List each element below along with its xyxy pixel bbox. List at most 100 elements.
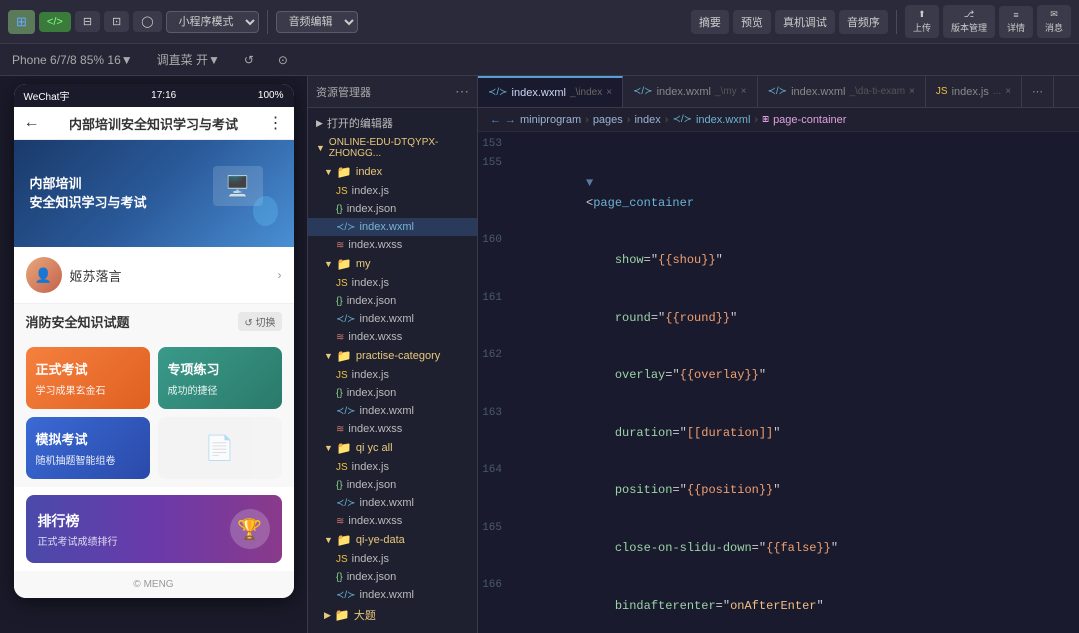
- file-tree-title: 资源管理器: [316, 84, 449, 100]
- breadcrumb-component[interactable]: page-container: [773, 114, 846, 126]
- breadcrumb-miniprogram[interactable]: miniprogram: [520, 114, 581, 126]
- folder-index[interactable]: ▼ 📁 index: [308, 162, 477, 182]
- ranking-icon: 🏆: [230, 509, 270, 549]
- summary-btn[interactable]: 摘要: [691, 10, 729, 34]
- device-select[interactable]: Phone 6/7/8 85% 16▼: [8, 51, 137, 69]
- circle-icon-btn[interactable]: ◯: [133, 11, 161, 32]
- tab-3-close[interactable]: ×: [1005, 86, 1011, 97]
- breadcrumb-file-icon: ≺/≻: [672, 114, 692, 125]
- upload-btn[interactable]: ⬆ 上传: [905, 5, 939, 38]
- file-tree-menu-btn[interactable]: ⋯: [455, 83, 469, 100]
- index-wxss[interactable]: ≋ index.wxss: [308, 236, 477, 254]
- nav-next-btn[interactable]: →: [505, 114, 516, 126]
- quiz-title: 消防安全知识试题: [26, 312, 130, 331]
- breadcrumb-index[interactable]: index: [634, 114, 660, 126]
- project-root-item[interactable]: ▼ ONLINE-EDU-DTQYPX-ZHONGG...: [308, 134, 477, 162]
- fold-icon-155[interactable]: ▼: [586, 176, 593, 190]
- code-icon-btn[interactable]: </>: [39, 12, 71, 32]
- app-title: 内部培训安全知识学习与考试: [69, 114, 238, 133]
- mode-dropdown[interactable]: 小程序模式: [166, 11, 259, 33]
- app-icon-btn[interactable]: ⊞: [8, 10, 35, 34]
- qi-ye-js[interactable]: JS index.js: [308, 550, 477, 568]
- tab-2-close[interactable]: ×: [909, 86, 915, 97]
- index-json[interactable]: {} index.json: [308, 200, 477, 218]
- folder-qi-yc[interactable]: ▼ 📁 qi yc all: [308, 438, 477, 458]
- practise-js[interactable]: JS index.js: [308, 366, 477, 384]
- index-js[interactable]: JS index.js: [308, 182, 477, 200]
- qi-yc-wxss[interactable]: ≋ index.wxss: [308, 512, 477, 530]
- folder-my-arrow: ▼: [324, 259, 333, 269]
- qi-yc-json[interactable]: {} index.json: [308, 476, 477, 494]
- folder-qi-ye[interactable]: ▼ 📁 qi-ye-data: [308, 530, 477, 550]
- action-decoration: 📄: [158, 417, 282, 479]
- tab-1-path: _\my: [715, 86, 737, 97]
- preview-btn[interactable]: 预览: [733, 10, 771, 34]
- version-btn[interactable]: ⎇ 版本管理: [943, 5, 995, 38]
- line-num-160: 160: [482, 232, 514, 250]
- my-js[interactable]: JS index.js: [308, 274, 477, 292]
- my-json[interactable]: {} index.json: [308, 292, 477, 310]
- audio-seq-btn[interactable]: 音频序: [839, 10, 888, 34]
- menu-dots[interactable]: ⋮: [267, 113, 283, 133]
- practise-json[interactable]: {} index.json: [308, 384, 477, 402]
- nav-prev-btn[interactable]: ←: [490, 114, 501, 126]
- layout-icon-btn[interactable]: ⊡: [104, 11, 129, 32]
- line-num-166: 166: [482, 577, 514, 595]
- tab-0-close[interactable]: ×: [606, 87, 612, 98]
- practise-wxss-icon: ≋: [336, 424, 344, 435]
- mock-exam-title: 模拟考试: [36, 429, 88, 448]
- real-debug-btn[interactable]: 真机调试: [775, 10, 835, 34]
- tab-0-icon: ≺/≻: [488, 87, 508, 98]
- folder-practise[interactable]: ▼ 📁 practise-category: [308, 346, 477, 366]
- ranking-bar[interactable]: 排行榜 正式考试成绩排行 🏆: [26, 495, 282, 563]
- editor-tab-3[interactable]: JS index.js ... ×: [926, 76, 1022, 107]
- practise-wxss[interactable]: ≋ index.wxss: [308, 420, 477, 438]
- qi-ye-wxml[interactable]: ≺/≻ index.wxml: [308, 586, 477, 604]
- editor-tab-0[interactable]: ≺/≻ index.wxml _\index ×: [478, 76, 623, 107]
- settings-icon-btn[interactable]: ⊟: [75, 11, 100, 32]
- qi-ye-json[interactable]: {} index.json: [308, 568, 477, 586]
- editor-tab-2[interactable]: ≺/≻ index.wxml _\da-ti-exam ×: [758, 76, 926, 107]
- qi-yc-js[interactable]: JS index.js: [308, 458, 477, 476]
- open-editors-item[interactable]: ▶ 打开的编辑器: [308, 112, 477, 134]
- line-num-153: 153: [482, 136, 514, 154]
- my-wxss[interactable]: ≋ index.wxss: [308, 328, 477, 346]
- editor-tab-1[interactable]: ≺/≻ index.wxml _\my ×: [623, 76, 757, 107]
- breadcrumb-wxml[interactable]: index.wxml: [696, 114, 750, 126]
- practise-wxml[interactable]: ≺/≻ index.wxml: [308, 402, 477, 420]
- phone-status-bar: WeChat宇 17:16 100%: [14, 84, 294, 107]
- folder-my[interactable]: ▼ 📁 my: [308, 254, 477, 274]
- user-arrow: ›: [278, 268, 282, 282]
- practise-wxml-icon: ≺/≻: [336, 406, 356, 417]
- message-btn[interactable]: ✉ 消息: [1037, 5, 1071, 38]
- ranking-sub: 正式考试成绩排行: [38, 533, 118, 548]
- qi-yc-wxml[interactable]: ≺/≻ index.wxml: [308, 494, 477, 512]
- line-num-163: 163: [482, 405, 514, 423]
- json-icon: {}: [336, 204, 343, 215]
- index-wxml[interactable]: ≺/≻ index.wxml: [308, 218, 477, 236]
- folder-qi-ye-arrow: ▼: [324, 535, 333, 545]
- mock-exam-btn[interactable]: 模拟考试 随机抽题智能组卷: [26, 417, 150, 479]
- code-area[interactable]: 153 155 ▼ <page_container 160 show="{{sh…: [478, 132, 1079, 633]
- refresh-btn[interactable]: ↺: [240, 51, 258, 69]
- code-line-163: 163 duration="[[duration]]": [478, 405, 1079, 463]
- folder-dati[interactable]: ▶ 📁 大题: [308, 604, 477, 626]
- target-btn[interactable]: ⊙: [274, 51, 292, 69]
- back-btn[interactable]: ←: [24, 114, 40, 132]
- practice-btn[interactable]: 专项练习 成功的捷径: [158, 347, 282, 409]
- my-wxss-icon: ≋: [336, 332, 344, 343]
- quiz-switch-btn[interactable]: ↺ 切换: [238, 312, 281, 331]
- user-info-bar[interactable]: 👤 姬苏落言 ›: [14, 247, 294, 304]
- index-wxss-label: index.wxss: [348, 239, 402, 251]
- detail-btn[interactable]: ≡ 详情: [999, 6, 1033, 38]
- compile-dropdown[interactable]: 音频编辑: [276, 11, 358, 33]
- my-wxml[interactable]: ≺/≻ index.wxml: [308, 310, 477, 328]
- orientation-toggle[interactable]: 调直菜 开▼: [153, 49, 224, 70]
- qi-yc-js-label: index.js: [352, 461, 389, 473]
- qi-yc-wxml-icon: ≺/≻: [336, 498, 356, 509]
- editor-tab-more[interactable]: ⋯: [1022, 76, 1054, 107]
- folder-my-label: my: [356, 258, 371, 270]
- formal-exam-btn[interactable]: 正式考试 学习成果玄金石: [26, 347, 150, 409]
- tab-1-close[interactable]: ×: [741, 86, 747, 97]
- breadcrumb-pages[interactable]: pages: [593, 114, 623, 126]
